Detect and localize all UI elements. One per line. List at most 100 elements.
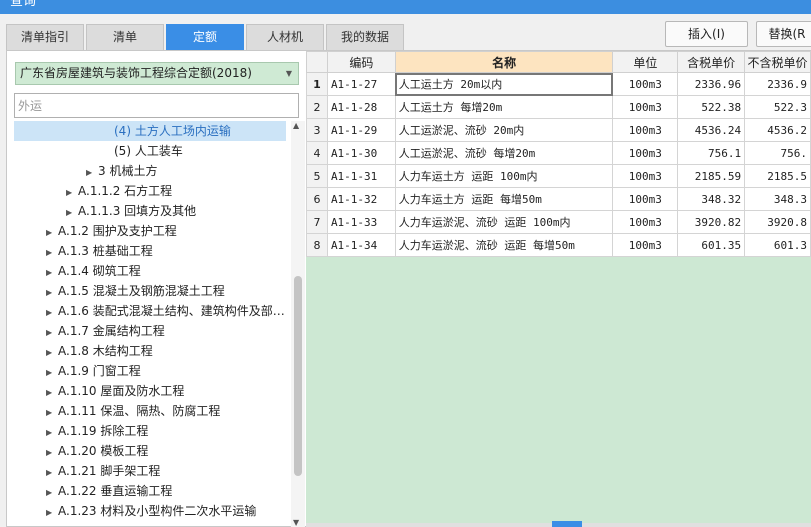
- code-cell[interactable]: A1-1-30: [326, 141, 396, 165]
- price-cell[interactable]: 2336.96: [677, 72, 746, 96]
- row-number-cell[interactable]: 3: [306, 118, 328, 142]
- price-cell[interactable]: 2185.59: [677, 164, 746, 188]
- name-cell[interactable]: 人工运淤泥、流砂 20m内: [394, 118, 614, 142]
- table-row[interactable]: 8 A1-1-34 人力车运淤泥、流砂 运距 每增50m 100m3 601.35 601…: [306, 233, 811, 257]
- expand-arrow-icon[interactable]: ▶: [66, 183, 78, 201]
- code-cell[interactable]: A1-1-34: [326, 233, 396, 257]
- price-ex-cell[interactable]: 348.3: [744, 187, 811, 211]
- code-cell[interactable]: A1-1-32: [326, 187, 396, 211]
- price-cell[interactable]: 756.1: [677, 141, 746, 165]
- tree-item[interactable]: ▶ A.1.20 模板工程: [14, 441, 286, 461]
- code-cell[interactable]: A1-1-31: [326, 164, 396, 188]
- unit-cell[interactable]: 100m3: [612, 210, 679, 234]
- expand-arrow-icon[interactable]: ▶: [46, 443, 58, 461]
- header-code[interactable]: 编码: [326, 51, 396, 73]
- name-cell[interactable]: 人工运淤泥、流砂 每增20m: [394, 141, 614, 165]
- tree-item[interactable]: ▶ A.1.11 保温、隔热、防腐工程: [14, 401, 286, 421]
- expand-arrow-icon[interactable]: ▶: [46, 223, 58, 241]
- name-cell[interactable]: 人力车运淤泥、流砂 运距 100m内: [394, 210, 614, 234]
- row-number-cell[interactable]: 4: [306, 141, 328, 165]
- name-cell[interactable]: 人工运土方 每增20m: [394, 95, 614, 119]
- expand-arrow-icon[interactable]: ▶: [46, 283, 58, 301]
- scroll-thumb[interactable]: [294, 276, 302, 476]
- expand-arrow-icon[interactable]: ▶: [46, 243, 58, 261]
- tree-item[interactable]: ▶ A.1.6 装配式混凝土结构、建筑构件及部…: [14, 301, 286, 321]
- name-cell[interactable]: 人力车运土方 运距 100m内: [394, 164, 614, 188]
- header-price-with-tax[interactable]: 含税单价: [677, 51, 746, 73]
- expand-arrow-icon[interactable]: ▶: [46, 463, 58, 481]
- row-number-cell[interactable]: 8: [306, 233, 328, 257]
- expand-arrow-icon[interactable]: ▶: [86, 163, 98, 181]
- tree-item[interactable]: ▶ A.1.9 门窗工程: [14, 361, 286, 381]
- expand-arrow-icon[interactable]: ▶: [46, 303, 58, 321]
- price-ex-cell[interactable]: 4536.2: [744, 118, 811, 142]
- price-ex-cell[interactable]: 601.3: [744, 233, 811, 257]
- tab-quota[interactable]: 定额: [166, 24, 244, 50]
- price-ex-cell[interactable]: 522.3: [744, 95, 811, 119]
- name-cell[interactable]: 人工运土方 20m以内: [394, 72, 614, 96]
- tree-item[interactable]: ▶ A.1.5 混凝土及钢筋混凝土工程: [14, 281, 286, 301]
- expand-arrow-icon[interactable]: ▶: [46, 423, 58, 441]
- tree-item[interactable]: ▶ A.1.22 垂直运输工程: [14, 481, 286, 501]
- name-cell[interactable]: 人力车运土方 运距 每增50m: [394, 187, 614, 211]
- price-ex-cell[interactable]: 2336.9: [744, 72, 811, 96]
- insert-button[interactable]: 插入(I): [665, 21, 748, 47]
- tree-item[interactable]: ▶ A.1.19 拆除工程: [14, 421, 286, 441]
- code-cell[interactable]: A1-1-27: [326, 72, 396, 96]
- expand-arrow-icon[interactable]: ▶: [46, 323, 58, 341]
- tree-item[interactable]: ▶ A.1.10 屋面及防水工程: [14, 381, 286, 401]
- header-unit[interactable]: 单位: [612, 51, 679, 73]
- tree-item[interactable]: ▶ A.1.21 脚手架工程: [14, 461, 286, 481]
- table-row[interactable]: 1 A1-1-27 人工运土方 20m以内 100m3 2336.96 2336.9: [306, 72, 811, 96]
- code-cell[interactable]: A1-1-29: [326, 118, 396, 142]
- price-ex-cell[interactable]: 756.: [744, 141, 811, 165]
- price-cell[interactable]: 3920.82: [677, 210, 746, 234]
- tree-item[interactable]: ▶ A.1.23 材料及小型构件二次水平运输: [14, 501, 286, 521]
- unit-cell[interactable]: 100m3: [612, 141, 679, 165]
- search-input[interactable]: [14, 93, 299, 118]
- library-select[interactable]: 广东省房屋建筑与装饰工程综合定额(2018) ▼: [15, 62, 299, 85]
- price-ex-cell[interactable]: 2185.5: [744, 164, 811, 188]
- tree-item[interactable]: ▶ 3 机械土方: [14, 161, 286, 181]
- hscroll-thumb[interactable]: [552, 521, 582, 527]
- name-cell[interactable]: 人力车运淤泥、流砂 运距 每增50m: [394, 233, 614, 257]
- scroll-up-icon[interactable]: ▲: [293, 121, 299, 130]
- tab-my-data[interactable]: 我的数据: [326, 24, 404, 50]
- grid-hscrollbar[interactable]: [306, 521, 811, 527]
- unit-cell[interactable]: 100m3: [612, 118, 679, 142]
- expand-arrow-icon[interactable]: ▶: [46, 263, 58, 281]
- row-number-cell[interactable]: 5: [306, 164, 328, 188]
- row-number-cell[interactable]: 7: [306, 210, 328, 234]
- tree-item[interactable]: ▶ A.1.1.2 石方工程: [14, 181, 286, 201]
- price-cell[interactable]: 522.38: [677, 95, 746, 119]
- tab-list-guide[interactable]: 清单指引: [6, 24, 84, 50]
- tree-item[interactable]: ▶ A.1.8 木结构工程: [14, 341, 286, 361]
- price-cell[interactable]: 4536.24: [677, 118, 746, 142]
- unit-cell[interactable]: 100m3: [612, 95, 679, 119]
- tab-materials[interactable]: 人材机: [246, 24, 324, 50]
- table-row[interactable]: 2 A1-1-28 人工运土方 每增20m 100m3 522.38 522.3: [306, 95, 811, 119]
- replace-button[interactable]: 替换(R: [756, 21, 811, 47]
- tree-item[interactable]: ▶ A.1.7 金属结构工程: [14, 321, 286, 341]
- header-price-without-tax[interactable]: 不含税单价: [744, 51, 811, 73]
- row-number-cell[interactable]: 1: [306, 72, 328, 96]
- table-row[interactable]: 6 A1-1-32 人力车运土方 运距 每增50m 100m3 348.32 348.3: [306, 187, 811, 211]
- row-number-cell[interactable]: 2: [306, 95, 328, 119]
- table-row[interactable]: 4 A1-1-30 人工运淤泥、流砂 每增20m 100m3 756.1 756.: [306, 141, 811, 165]
- tree-item[interactable]: (4) 土方人工场内运输: [14, 121, 286, 141]
- expand-arrow-icon[interactable]: ▶: [66, 203, 78, 221]
- scroll-down-icon[interactable]: ▼: [293, 518, 299, 527]
- tree-item[interactable]: ▶ A.1.2 围护及支护工程: [14, 221, 286, 241]
- price-cell[interactable]: 348.32: [677, 187, 746, 211]
- expand-arrow-icon[interactable]: ▶: [46, 383, 58, 401]
- table-row[interactable]: 5 A1-1-31 人力车运土方 运距 100m内 100m3 2185.59 2185.…: [306, 164, 811, 188]
- tree-item[interactable]: ▶ A.1.3 桩基础工程: [14, 241, 286, 261]
- expand-arrow-icon[interactable]: ▶: [46, 363, 58, 381]
- unit-cell[interactable]: 100m3: [612, 72, 679, 96]
- price-ex-cell[interactable]: 3920.8: [744, 210, 811, 234]
- price-cell[interactable]: 601.35: [677, 233, 746, 257]
- unit-cell[interactable]: 100m3: [612, 164, 679, 188]
- code-cell[interactable]: A1-1-33: [326, 210, 396, 234]
- tree-item[interactable]: ▶ A.1.1.3 回填方及其他: [14, 201, 286, 221]
- tree-item[interactable]: ▶ A.1.4 砌筑工程: [14, 261, 286, 281]
